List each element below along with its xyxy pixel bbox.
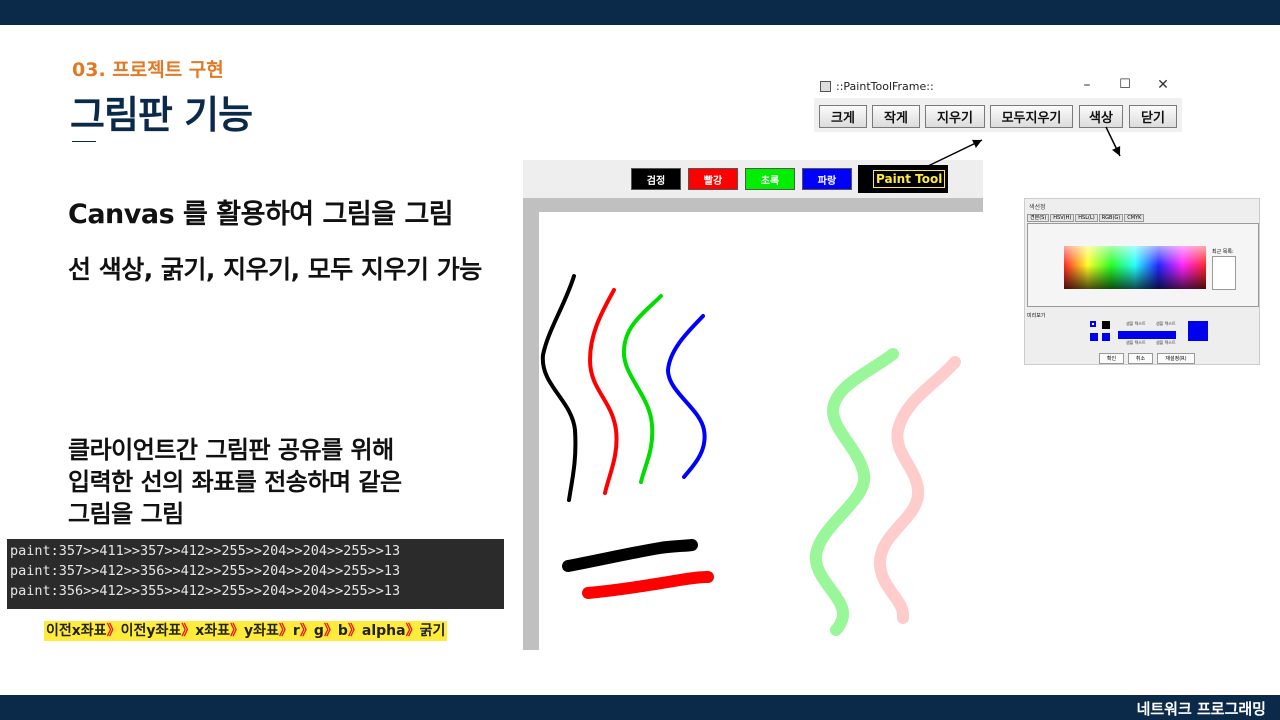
legend-separator: 》 bbox=[323, 623, 338, 639]
legend-part: g bbox=[313, 623, 324, 639]
legend-separator: 》 bbox=[299, 623, 314, 639]
preview-label: 미리보기 bbox=[1027, 313, 1046, 319]
footer-label: 네트워크 프로그래밍 bbox=[1136, 700, 1266, 718]
legend-part: 굵기 bbox=[419, 623, 446, 639]
paint-tool-label: Paint Tool bbox=[873, 170, 946, 188]
sharing-line-3: 그림을 그림 bbox=[68, 500, 184, 528]
sample-text: 샘플 텍스트 bbox=[1126, 321, 1146, 326]
reset-button[interactable]: 재설정(R) bbox=[1157, 353, 1195, 364]
legend-part: y좌표 bbox=[244, 623, 279, 639]
legend-separator: 》 bbox=[278, 623, 293, 639]
drawing-canvas[interactable] bbox=[539, 212, 983, 650]
red-color-button[interactable]: 빨강 bbox=[688, 168, 738, 190]
legend-part: b bbox=[337, 623, 348, 639]
black-color-button[interactable]: 검정 bbox=[631, 168, 681, 190]
paint-tool-frame: ::PaintToolFrame:: – ☐ ✕ 크게 작게 지우기 모두지우기… bbox=[814, 76, 1182, 132]
sample-text: 샘플 텍스트 bbox=[1126, 340, 1146, 345]
legend-part: x좌표 bbox=[195, 623, 231, 639]
preview-panel: 샘플 텍스트 샘플 텍스트 샘플 텍스트 샘플 텍스트 bbox=[1090, 321, 1208, 345]
tab-cmyk[interactable]: CMYK bbox=[1124, 214, 1145, 222]
ok-button[interactable]: 확인 bbox=[1099, 353, 1124, 364]
swatch-grid[interactable] bbox=[1064, 246, 1206, 289]
frame-titlebar: ::PaintToolFrame:: – ☐ ✕ bbox=[814, 76, 1182, 98]
recent-label: 최근 목록: bbox=[1212, 249, 1234, 255]
close-button[interactable]: 닫기 bbox=[1129, 105, 1177, 128]
erase-all-button[interactable]: 모두지우기 bbox=[990, 105, 1073, 128]
chooser-title: 색선정 bbox=[1029, 204, 1046, 211]
tab-rgb[interactable]: RGB(G) bbox=[1098, 214, 1124, 222]
close-window-button[interactable]: ✕ bbox=[1153, 77, 1173, 93]
bigger-button[interactable]: 크게 bbox=[819, 105, 867, 128]
erase-button[interactable]: 지우기 bbox=[925, 105, 985, 128]
color-chooser-dialog: 색선정 견본(S) HSV(H) HSL(L) RGB(G) CMYK 최근 목… bbox=[1024, 198, 1260, 365]
java-app-icon bbox=[820, 81, 831, 92]
sharing-line-2: 입력한 선의 좌표를 전송하며 같은 bbox=[68, 468, 402, 496]
tab-hsl[interactable]: HSL(L) bbox=[1075, 214, 1098, 222]
color-button[interactable]: 색상 bbox=[1079, 105, 1123, 128]
paint-tool-label-box: Paint Tool bbox=[858, 165, 948, 193]
legend-part: alpha bbox=[361, 623, 406, 639]
section-label: 03. 프로젝트 구현 bbox=[72, 59, 224, 81]
console-line: paint:357>>412>>356>>412>>255>>204>>204>… bbox=[10, 563, 401, 579]
chooser-tabs: 견본(S) HSV(H) HSL(L) RGB(G) CMYK bbox=[1027, 214, 1145, 222]
top-bar bbox=[0, 0, 1280, 25]
sharing-line-1: 클라이언트간 그림판 공유를 위해 bbox=[68, 436, 394, 464]
legend-part: 이전x좌표 bbox=[46, 623, 107, 639]
console-line: paint:356>>412>>355>>412>>255>>204>>204>… bbox=[10, 583, 401, 599]
legend-separator: 》 bbox=[230, 623, 245, 639]
console-line: paint:357>>411>>357>>412>>255>>204>>204>… bbox=[10, 543, 401, 559]
description-line-2: 선 색상, 굵기, 지우기, 모두 지우기 가능 bbox=[68, 255, 482, 284]
description-line-1: Canvas 를 활용하여 그림을 그림 bbox=[68, 199, 454, 230]
legend-part: r bbox=[292, 623, 300, 639]
legend-separator: 》 bbox=[181, 623, 196, 639]
legend-separator: 》 bbox=[405, 623, 420, 639]
frame-title: ::PaintToolFrame:: bbox=[836, 80, 934, 93]
legend-part: 이전y좌표 bbox=[120, 623, 182, 639]
bottom-bar: 네트워크 프로그래밍 bbox=[0, 695, 1280, 720]
console-output: paint:357>>411>>357>>412>>255>>204>>204>… bbox=[7, 539, 504, 609]
legend-separator: 》 bbox=[347, 623, 362, 639]
green-color-button[interactable]: 초록 bbox=[745, 168, 795, 190]
cancel-button[interactable]: 취소 bbox=[1128, 353, 1153, 364]
sample-text: 샘플 텍스트 bbox=[1156, 321, 1176, 326]
tab-hsv[interactable]: HSV(H) bbox=[1050, 214, 1075, 222]
title-divider bbox=[72, 141, 96, 142]
tab-swatches[interactable]: 견본(S) bbox=[1027, 214, 1050, 222]
legend-separator: 》 bbox=[106, 623, 121, 639]
coordinate-legend: 이전x좌표》이전y좌표》x좌표》y좌표》r》g》b》alpha》굵기 bbox=[44, 621, 448, 641]
maximize-button[interactable]: ☐ bbox=[1115, 77, 1135, 92]
page-title: 그림판 기능 bbox=[70, 93, 253, 137]
smaller-button[interactable]: 작게 bbox=[872, 105, 920, 128]
sample-text: 샘플 텍스트 bbox=[1156, 340, 1176, 345]
blue-color-button[interactable]: 파랑 bbox=[802, 168, 852, 190]
swatch-panel: 최근 목록: bbox=[1027, 223, 1259, 307]
sharing-description: 클라이언트간 그림판 공유를 위해 입력한 선의 좌표를 전송하며 같은 그림을… bbox=[68, 434, 402, 530]
minimize-button[interactable]: – bbox=[1077, 77, 1097, 93]
recent-swatches[interactable] bbox=[1212, 256, 1236, 290]
